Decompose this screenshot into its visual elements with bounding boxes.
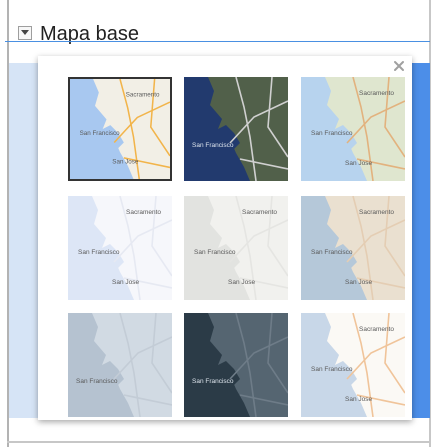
- close-icon[interactable]: [391, 58, 407, 74]
- map-city-label: San Francisco: [80, 130, 120, 137]
- basemap-thumbnail-dark-gray[interactable]: San Francisco: [184, 313, 288, 417]
- map-background-left: [9, 63, 38, 418]
- basemap-panel: Mapa base Sacramento San Francisco San Jos…: [0, 0, 433, 447]
- map-city-label: San Francisco: [194, 249, 236, 256]
- map-city-label: San Francisco: [78, 249, 120, 256]
- title-underline: [5, 41, 430, 42]
- map-city-label: San Francisco: [311, 130, 353, 137]
- basemap-thumbnail-topographic[interactable]: Sacramento San Francisco San Jose: [301, 77, 405, 181]
- basemap-thumbnail-oceans[interactable]: Sacramento San Francisco San Jose: [301, 196, 405, 300]
- map-preview-image: San Francisco: [184, 313, 288, 417]
- panel-bottom-border: [7, 441, 431, 443]
- map-preview-image: Sacramento San Francisco San Jose: [70, 79, 170, 179]
- map-preview-image: Sacramento San Francisco San Jose: [301, 77, 405, 181]
- map-city-label: Sacramento: [126, 91, 160, 98]
- panel-title: Mapa base: [40, 23, 139, 45]
- caret-down-icon: [21, 30, 29, 35]
- map-city-label: San Francisco: [311, 366, 353, 373]
- panel-header: Mapa base: [9, 20, 429, 58]
- map-city-label: San Jose: [112, 159, 139, 166]
- map-city-label: San Francisco: [192, 142, 234, 149]
- map-city-label: San Francisco: [311, 249, 353, 256]
- map-city-label: San Jose: [112, 279, 139, 286]
- map-city-label: San Francisco: [76, 378, 118, 385]
- basemap-thumbnail-gray-blue[interactable]: San Francisco: [68, 313, 172, 417]
- map-city-label: San Jose: [345, 160, 372, 167]
- map-preview-image: San Francisco: [184, 77, 288, 181]
- map-preview-image: Sacramento San Francisco San Jose: [301, 313, 405, 417]
- basemap-thumbnail-imagery[interactable]: San Francisco: [184, 77, 288, 181]
- basemap-thumbnail-streets-light[interactable]: Sacramento San Francisco San Jose: [301, 313, 405, 417]
- map-preview-image: Sacramento San Francisco San Jose: [301, 196, 405, 300]
- map-city-label: Sacramento: [242, 209, 277, 216]
- map-city-label: Sacramento: [359, 209, 394, 216]
- basemap-gallery: Sacramento San Francisco San Jose San Franc…: [38, 56, 412, 420]
- map-city-label: San Jose: [345, 279, 372, 286]
- map-city-label: San Jose: [228, 279, 255, 286]
- basemap-thumbnail-streets[interactable]: Sacramento San Francisco San Jose: [68, 77, 172, 181]
- map-city-label: Sacramento: [126, 209, 161, 216]
- map-preview-image: San Francisco: [68, 313, 172, 417]
- map-preview-image: Sacramento San Francisco San Jose: [184, 196, 288, 300]
- basemap-thumbnail-light-gray[interactable]: Sacramento San Francisco San Jose: [184, 196, 288, 300]
- map-city-label: Sacramento: [359, 326, 394, 333]
- map-preview-image: Sacramento San Francisco San Jose: [68, 196, 172, 300]
- map-city-label: San Francisco: [192, 378, 234, 385]
- map-city-label: San Jose: [345, 396, 372, 403]
- map-background-right: [412, 63, 430, 418]
- map-city-label: Sacramento: [359, 90, 394, 97]
- collapse-toggle-button[interactable]: [18, 26, 32, 40]
- basemap-thumbnail-light-gray-blue[interactable]: Sacramento San Francisco San Jose: [68, 196, 172, 300]
